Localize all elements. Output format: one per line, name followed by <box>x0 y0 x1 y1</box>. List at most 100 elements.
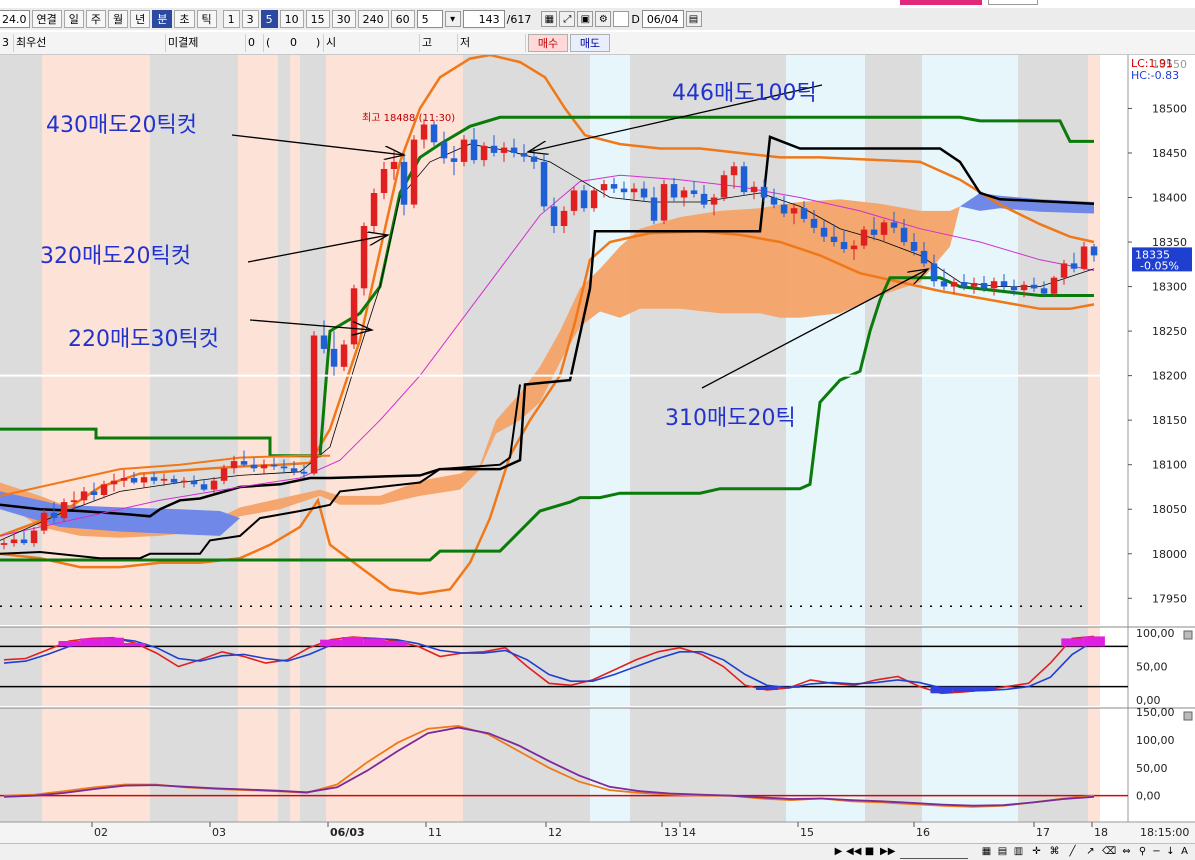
overbought-fill <box>58 641 81 647</box>
zoom-in-icon[interactable]: ⚲ <box>1136 845 1149 858</box>
tab-month[interactable]: 월 <box>108 10 129 28</box>
candle-body <box>350 288 358 345</box>
period-input[interactable]: 5 <box>416 10 443 28</box>
tab-continuous[interactable]: 연결 <box>31 10 62 28</box>
line-tool-icon[interactable]: ╱ <box>1066 845 1079 858</box>
tab-minute[interactable]: 분 <box>152 10 173 28</box>
candle-body <box>130 478 138 483</box>
tab-tick[interactable]: 틱 <box>196 10 217 28</box>
stop-icon[interactable]: ■ <box>863 845 876 858</box>
magnet-icon[interactable]: ⌘ <box>1048 845 1061 858</box>
tab-year[interactable]: 년 <box>130 10 151 28</box>
y-tick-label: 18150 <box>1152 414 1187 427</box>
zone-band <box>630 627 786 706</box>
zone-band <box>300 708 326 822</box>
compare-icon[interactable]: ▤ <box>996 845 1009 858</box>
gear-icon[interactable]: ⚙ <box>595 11 612 27</box>
zone-band <box>238 55 278 625</box>
candle-body <box>300 471 308 474</box>
candle-body <box>820 227 828 237</box>
candle-body <box>610 184 618 189</box>
tab-day[interactable]: 일 <box>63 10 84 28</box>
interval-10[interactable]: 10 <box>279 10 304 28</box>
zone-band <box>278 708 290 822</box>
candle-body <box>260 464 268 469</box>
y-tick-label: 18100 <box>1152 459 1187 472</box>
panel2-tick: 50,00 <box>1136 661 1168 674</box>
interval-3[interactable]: 3 <box>241 10 259 28</box>
candle-body <box>200 484 208 490</box>
zoom-out-icon[interactable]: − <box>1150 845 1163 858</box>
interval-240[interactable]: 240 <box>357 10 389 28</box>
candle-body <box>150 477 158 481</box>
candle-body <box>390 161 398 169</box>
y-tick-label: 18200 <box>1152 370 1187 383</box>
candle-body <box>320 335 328 349</box>
buy-button[interactable]: 매수 <box>528 34 568 52</box>
play-icon[interactable]: ▶ <box>832 845 845 858</box>
candle-body <box>210 480 218 490</box>
layout-icon[interactable]: ▦ <box>980 845 993 858</box>
grid-toggle-icon[interactable]: ▥ <box>1012 845 1025 858</box>
candle-body <box>660 184 668 221</box>
candle-body <box>120 478 128 481</box>
candle-body <box>290 468 298 472</box>
top-input-box[interactable] <box>988 0 1038 5</box>
x-tick-label: 12 <box>548 826 562 839</box>
chart-canvas[interactable]: 최고 18488 (11:30) 18500184501840018350183… <box>0 55 1195 843</box>
paren-close: ) <box>314 34 324 52</box>
tab-week[interactable]: 주 <box>85 10 106 28</box>
overbought-fill <box>341 637 364 647</box>
overbought-fill <box>363 638 386 647</box>
candle-body <box>680 190 688 198</box>
annotation-446: 446매도100틱 <box>672 81 817 106</box>
chevron-down-icon[interactable]: ▾ <box>444 11 461 27</box>
candle-body <box>10 539 18 544</box>
trend-icon[interactable]: ⤢ <box>559 11 576 27</box>
x-tick-label: 18 <box>1094 826 1108 839</box>
candle-body <box>600 184 608 191</box>
oversold-fill <box>930 686 953 694</box>
tab-second[interactable]: 초 <box>174 10 195 28</box>
pan-icon[interactable]: ⇔ <box>1120 845 1133 858</box>
overbought-fill <box>80 638 103 647</box>
count-total: /617 <box>506 12 532 26</box>
candle-body <box>760 186 768 198</box>
zone-band <box>0 708 42 822</box>
period-toolbar: 24.0 연결 일 주 월 년 분 초 틱 1 3 5 10 15 30 240… <box>0 8 1195 30</box>
sell-button[interactable]: 매도 <box>570 34 610 52</box>
calendar-icon[interactable]: ▤ <box>685 11 702 27</box>
scroll-down-icon[interactable]: ↓ <box>1164 845 1177 858</box>
count-input[interactable]: 143 <box>462 10 505 28</box>
text-tool-icon[interactable]: ⌫ <box>1102 845 1116 858</box>
candle-body <box>240 461 248 465</box>
forward-icon[interactable]: ▶▶ <box>880 845 895 858</box>
interval-5[interactable]: 5 <box>260 10 278 28</box>
rewind-icon[interactable]: ◀◀ <box>846 845 861 858</box>
oversold-fill <box>777 686 800 688</box>
candle-body <box>450 158 458 162</box>
font-size-icon[interactable]: A <box>1178 845 1191 858</box>
crosshair-icon[interactable]: ✛ <box>1030 845 1043 858</box>
arrow-tool-icon[interactable]: ↗ <box>1084 845 1097 858</box>
zone-band <box>150 627 238 706</box>
candle-body <box>540 161 548 207</box>
scroll-slider[interactable] <box>900 845 968 859</box>
date-input[interactable]: 06/04 <box>641 10 684 28</box>
date-checkbox[interactable] <box>613 11 630 27</box>
candle-body <box>790 208 798 214</box>
interval-60[interactable]: 60 <box>390 10 415 28</box>
annotation-320: 320매도20틱컷 <box>40 244 191 269</box>
zone-band <box>463 708 590 822</box>
candle-body <box>370 193 378 226</box>
interval-15[interactable]: 15 <box>305 10 330 28</box>
interval-1[interactable]: 1 <box>222 10 240 28</box>
candle-body <box>980 283 988 289</box>
zone-band <box>630 708 786 822</box>
grid-icon[interactable]: ▦ <box>541 11 558 27</box>
x-tick-label: 02 <box>94 826 108 839</box>
panel-close-icon <box>1183 630 1193 640</box>
interval-30[interactable]: 30 <box>331 10 356 28</box>
top-pink-button[interactable] <box>900 0 982 5</box>
save-icon[interactable]: ▣ <box>577 11 594 27</box>
